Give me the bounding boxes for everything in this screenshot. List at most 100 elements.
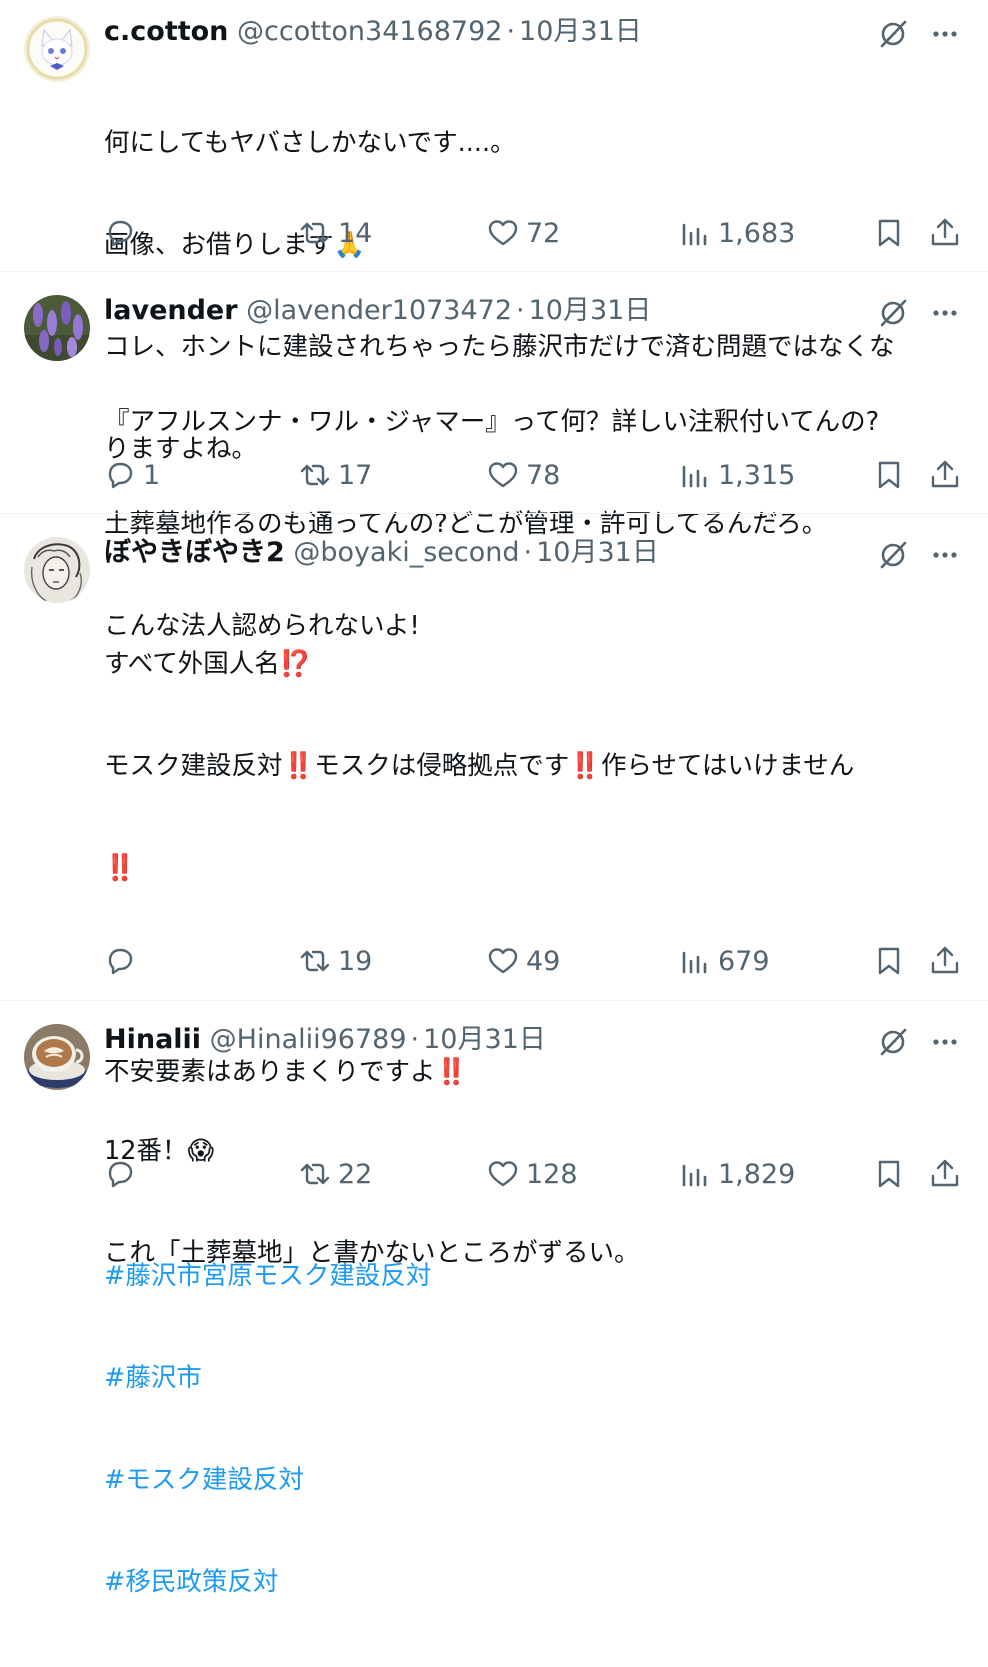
share-button[interactable]	[928, 1154, 962, 1194]
tweet-text-line: モスク建設反対‼️モスクは侵略拠点です‼️作らせてはいけません	[104, 751, 855, 781]
divider	[0, 1000, 988, 1001]
timestamp[interactable]: 10月31日	[529, 295, 652, 326]
retweet-count: 17	[338, 459, 373, 491]
lavender-flowers-avatar-icon	[24, 295, 90, 361]
separator: ·	[516, 295, 525, 326]
view-count: 1,829	[718, 1158, 796, 1190]
more-options-icon[interactable]	[928, 538, 962, 572]
tweet-text-line: 『アフルスンナ・ワル・ジャマー』って何？詳しい注釈付いてんの?	[104, 407, 880, 437]
tweet-header: ぼやきぼやき2 @boyaki_second · 10月31日	[104, 535, 659, 571]
timestamp[interactable]: 10月31日	[519, 16, 642, 47]
reply-button[interactable]: 1	[103, 455, 160, 495]
like-count: 49	[526, 945, 561, 977]
user-handle[interactable]: @ccotton34168792	[237, 16, 502, 47]
bookmark-button[interactable]	[872, 455, 906, 495]
grok-icon[interactable]	[876, 1025, 910, 1059]
divider	[0, 271, 988, 272]
views-button[interactable]: 1,315	[678, 455, 795, 495]
retweet-icon	[300, 222, 330, 244]
separator: ·	[523, 537, 533, 568]
reply-icon	[108, 462, 133, 489]
retweet-button[interactable]: 22	[298, 1154, 372, 1194]
display-name[interactable]: c.cotton	[104, 16, 228, 47]
bookmark-icon	[878, 219, 900, 247]
tweet-header: Hinalii @Hinalii96789 · 10月31日	[104, 1022, 546, 1058]
reply-button[interactable]	[103, 1154, 143, 1194]
tweet-text-line: 何にしてもヤバさしかないです....。	[104, 128, 516, 158]
share-button[interactable]	[928, 213, 962, 253]
retweet-button[interactable]: 19	[298, 941, 372, 981]
bookmark-button[interactable]	[872, 1154, 906, 1194]
avatar[interactable]	[24, 1024, 90, 1090]
action-bar: 1 17 78 1,315	[0, 455, 988, 495]
bookmark-button[interactable]	[872, 941, 906, 981]
views-button[interactable]: 1,683	[678, 213, 795, 253]
views-button[interactable]: 679	[678, 941, 770, 981]
view-count: 1,683	[718, 217, 796, 249]
view-count: 679	[718, 945, 770, 977]
heart-icon	[488, 948, 518, 974]
retweet-count: 14	[338, 217, 373, 249]
bookmark-icon	[878, 1160, 900, 1188]
timestamp[interactable]: 10月31日	[536, 537, 659, 568]
tweet[interactable]: Hinalii @Hinalii96789 · 10月31日 12番！😱 これ「土葬…	[0, 1008, 988, 1268]
share-icon	[931, 946, 959, 974]
display-name[interactable]: Hinalii	[104, 1024, 201, 1055]
display-name[interactable]: lavender	[104, 295, 238, 326]
bookmark-icon	[878, 947, 900, 975]
like-button[interactable]: 72	[486, 213, 560, 253]
bookmark-icon	[878, 461, 900, 489]
retweet-button[interactable]: 14	[298, 213, 372, 253]
retweet-icon	[300, 464, 330, 486]
retweet-button[interactable]: 17	[298, 455, 372, 495]
avatar[interactable]	[24, 16, 90, 82]
reply-button[interactable]	[103, 941, 143, 981]
display-name[interactable]: ぼやきぼやき2	[104, 537, 285, 568]
action-bar: 14 72 1,683	[0, 213, 988, 253]
tweet[interactable]: ぼやきぼやき2 @boyaki_second · 10月31日 すべて外国人名⁉️ …	[0, 521, 988, 1597]
grok-icon[interactable]	[876, 17, 910, 51]
timestamp[interactable]: 10月31日	[423, 1024, 546, 1055]
retweet-count: 19	[338, 945, 373, 977]
tweet-text-line: これ「土葬墓地」と書かないところがずるい。	[104, 1238, 640, 1268]
retweet-icon	[300, 1163, 330, 1185]
tweet[interactable]: c.cotton @ccotton34168792 · 10月31日 何にしてもヤバ…	[0, 0, 988, 464]
action-bar: 22 128 1,829	[0, 1154, 988, 1194]
reply-icon	[108, 948, 133, 975]
share-button[interactable]	[928, 455, 962, 495]
tweet-header: lavender @lavender1073472 · 10月31日	[104, 293, 651, 329]
separator: ·	[410, 1024, 420, 1055]
hashtag-link[interactable]: #移民政策反対	[104, 1565, 974, 1599]
user-handle[interactable]: @Hinalii96789	[210, 1024, 407, 1055]
bookmark-button[interactable]	[872, 213, 906, 253]
tweet[interactable]: lavender @lavender1073472 · 10月31日 『アフルスンナ…	[0, 279, 988, 641]
views-chart-icon	[682, 465, 707, 488]
tweet-text-line: すべて外国人名⁉️	[104, 649, 312, 679]
user-handle[interactable]: @lavender1073472	[246, 295, 512, 326]
manga-sketch-avatar-icon	[24, 537, 90, 603]
separator: ·	[506, 16, 516, 47]
grok-icon[interactable]	[876, 538, 910, 572]
like-button[interactable]: 49	[486, 941, 560, 981]
share-icon	[931, 218, 959, 246]
heart-icon	[488, 1161, 518, 1187]
reply-button[interactable]	[103, 213, 143, 253]
avatar[interactable]	[24, 295, 90, 361]
like-count: 72	[526, 217, 561, 249]
more-options-icon[interactable]	[928, 17, 962, 51]
like-button[interactable]: 128	[486, 1154, 578, 1194]
avatar[interactable]	[24, 537, 90, 603]
retweet-icon	[300, 950, 330, 972]
share-button[interactable]	[928, 941, 962, 981]
more-options-icon[interactable]	[928, 1025, 962, 1059]
more-options-icon[interactable]	[928, 296, 962, 330]
like-button[interactable]: 78	[486, 455, 560, 495]
share-icon	[931, 460, 959, 488]
user-handle[interactable]: @boyaki_second	[293, 537, 519, 568]
hashtag-link[interactable]: #藤沢市	[104, 1361, 974, 1395]
views-button[interactable]: 1,829	[678, 1154, 795, 1194]
grok-icon[interactable]	[876, 296, 910, 330]
tweet-text-line: ‼️	[104, 853, 136, 883]
reply-icon	[108, 220, 133, 247]
hashtag-link[interactable]: #モスク建設反対	[104, 1463, 974, 1497]
